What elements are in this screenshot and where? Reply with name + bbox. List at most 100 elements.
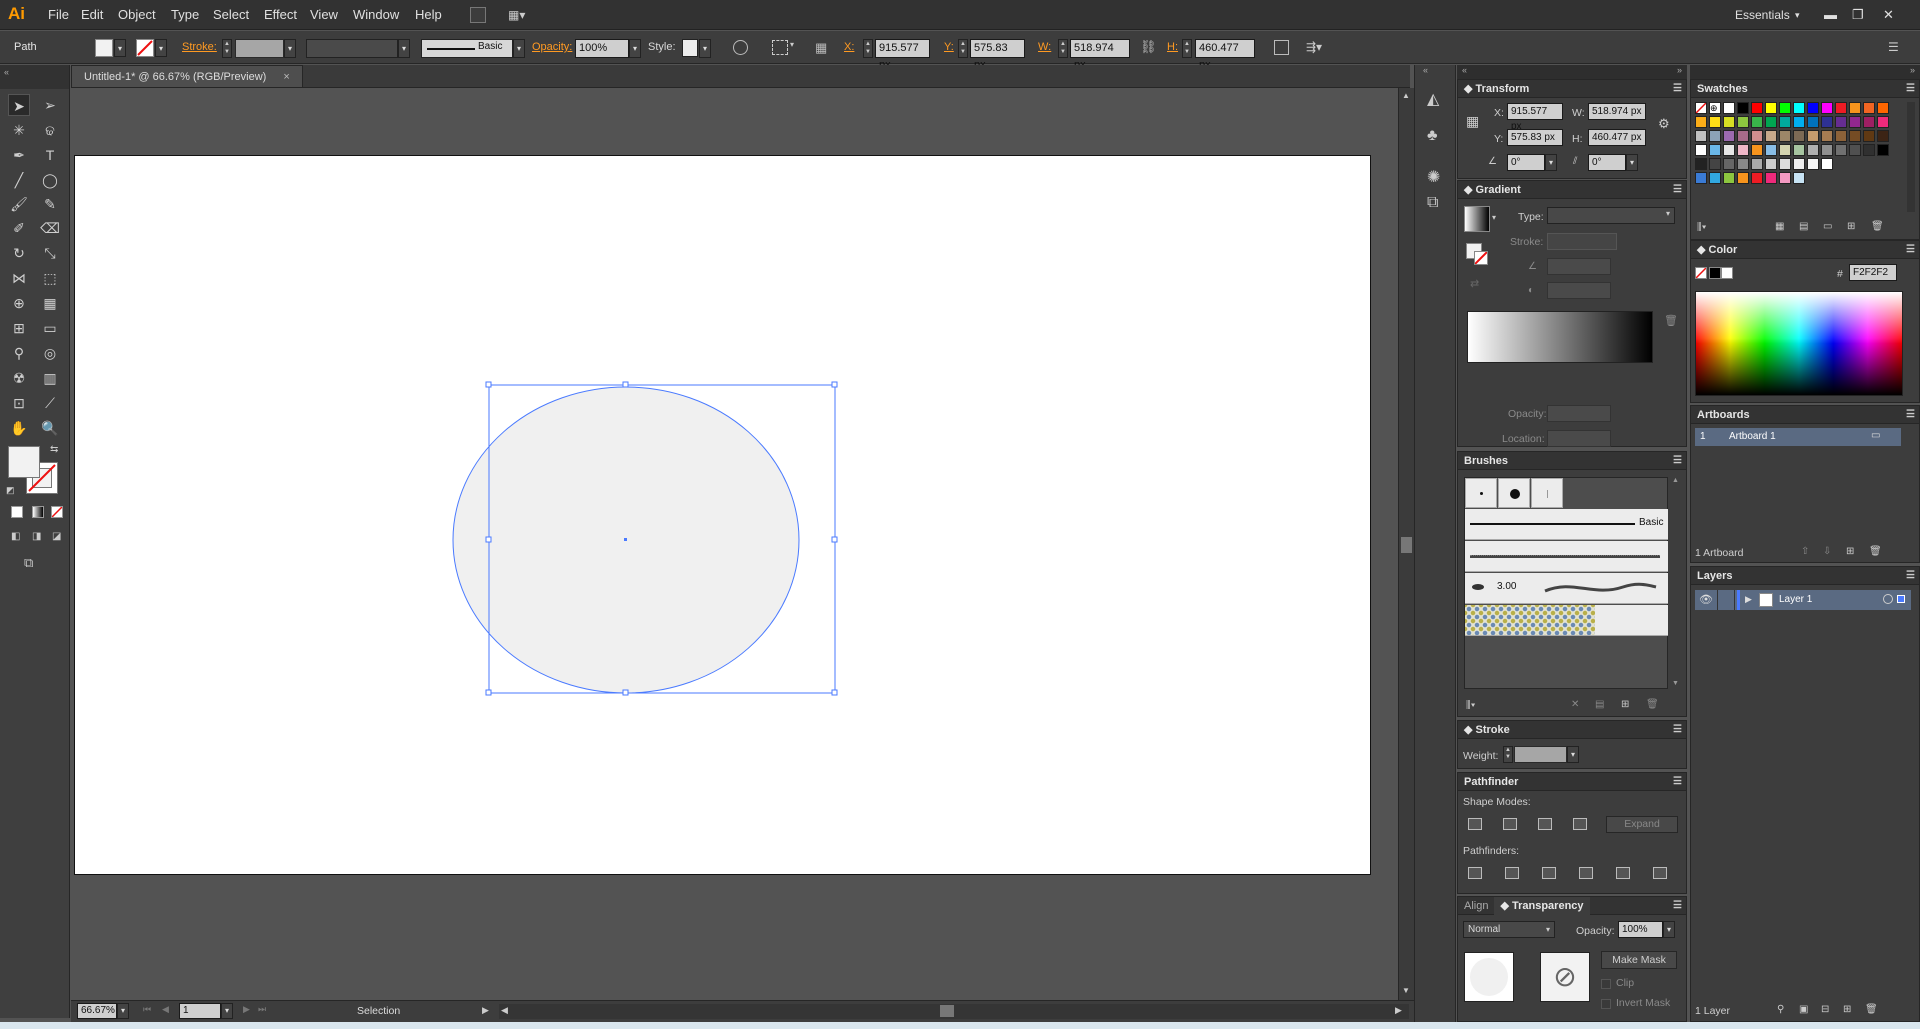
restore-icon[interactable]: ❐ — [1852, 0, 1864, 30]
color-swatch[interactable] — [1835, 116, 1847, 128]
recolor-artwork-icon[interactable] — [733, 40, 748, 55]
line-tool-icon[interactable]: ╱ — [8, 169, 30, 191]
stroke-panel-weight-field[interactable] — [1514, 746, 1567, 763]
color-swatch[interactable] — [1821, 130, 1833, 142]
new-artboard-icon[interactable]: ⊞ — [1846, 546, 1854, 557]
menu-object[interactable]: Object — [118, 0, 156, 30]
color-swatch[interactable] — [1765, 116, 1777, 128]
handle-top-left[interactable] — [485, 381, 492, 388]
blend-mode-select[interactable]: Normal ▾ — [1463, 921, 1555, 938]
new-layer-icon[interactable]: ⊞ — [1843, 1004, 1851, 1015]
color-swatch[interactable] — [1863, 116, 1875, 128]
artboards-panel-title[interactable]: Artboards ☰ — [1691, 406, 1919, 424]
color-swatch[interactable] — [1863, 144, 1875, 156]
color-swatch[interactable] — [1877, 130, 1889, 142]
arrange-documents-icon[interactable]: ▦▾ — [508, 7, 534, 23]
new-sublayer-icon[interactable]: ⊟ — [1821, 1004, 1829, 1015]
opacity-field[interactable]: 100% — [575, 39, 629, 58]
stroke-weight-field[interactable] — [235, 39, 284, 58]
exclude-icon[interactable] — [1573, 818, 1587, 830]
mesh-tool-icon[interactable]: ⊞ — [8, 317, 30, 339]
stroke-panel-weight-spinner[interactable]: ▲ ▼ — [1503, 746, 1513, 763]
color-swatch[interactable] — [1737, 172, 1749, 184]
fill-dropdown[interactable]: ▾ — [114, 39, 126, 57]
layers-panel-menu-icon[interactable]: ☰ — [1906, 567, 1915, 585]
menu-type[interactable]: Type — [171, 0, 199, 30]
document-tab[interactable]: Untitled-1* @ 66.67% (RGB/Preview) × — [71, 65, 303, 87]
x-label[interactable]: X: — [844, 31, 854, 64]
isolate-icon[interactable]: ⇶▾ — [1306, 40, 1322, 54]
color-swatch[interactable] — [1709, 116, 1721, 128]
brushes-panel-title[interactable]: Brushes ☰ — [1458, 452, 1686, 470]
color-swatch[interactable] — [1737, 130, 1749, 142]
lasso-tool-icon[interactable]: ଢ — [39, 119, 61, 141]
crop-icon[interactable] — [1579, 867, 1593, 879]
handle-bottom-right[interactable] — [831, 689, 838, 696]
color-swatch[interactable] — [1709, 158, 1721, 170]
zoom-dropdown[interactable]: ▾ — [117, 1003, 129, 1019]
make-clipping-mask-icon[interactable]: ▣ — [1799, 1004, 1808, 1015]
appearance-icon[interactable]: ✺ — [1427, 167, 1440, 187]
artboard[interactable] — [74, 155, 1371, 875]
color-swatch[interactable] — [1737, 158, 1749, 170]
color-swatch[interactable] — [1723, 172, 1735, 184]
brushes-panel-menu-icon[interactable]: ☰ — [1673, 452, 1682, 470]
shear-field[interactable]: 0° — [1588, 154, 1626, 171]
scroll-up-icon[interactable]: ▲ — [1402, 91, 1410, 100]
direct-selection-tool-icon[interactable]: ➢ — [39, 94, 61, 116]
previous-artboard-icon[interactable]: ◀ — [162, 1004, 169, 1015]
transform-panel-menu-icon[interactable]: ☰ — [1673, 80, 1682, 98]
color-swatch[interactable] — [1793, 102, 1805, 114]
menu-select[interactable]: Select — [213, 0, 249, 30]
move-artboard-down-icon[interactable]: ⇩ — [1823, 546, 1831, 557]
brush-dot-small[interactable] — [1465, 478, 1497, 508]
color-swatch[interactable] — [1849, 102, 1861, 114]
transparency-opacity-dropdown[interactable]: ▾ — [1663, 921, 1675, 938]
collapse-right-dock-icon[interactable]: » — [1910, 65, 1915, 75]
transform-constrain-icon[interactable]: ⚙ — [1658, 116, 1670, 132]
gradient-location-field[interactable] — [1547, 430, 1611, 447]
eraser-tool-icon[interactable]: ⌫ — [39, 217, 61, 239]
handle-middle-left[interactable] — [485, 536, 492, 543]
transform-y-field[interactable]: 575.83 px — [1507, 129, 1563, 146]
menu-window[interactable]: Window — [353, 0, 399, 30]
hand-tool-icon[interactable]: ✋ — [8, 417, 30, 439]
w-field[interactable]: 518.974 px — [1070, 39, 1130, 71]
color-swatch[interactable] — [1779, 144, 1791, 156]
workspace-chevron-icon[interactable]: ▾ — [1795, 0, 1800, 30]
y-label[interactable]: Y: — [944, 31, 954, 64]
ellipse-tool-icon[interactable]: ◯ — [39, 169, 61, 191]
align-dropdown-icon[interactable]: ▾ — [790, 40, 794, 49]
color-panel-menu-icon[interactable]: ☰ — [1906, 241, 1915, 259]
color-swatch[interactable] — [1807, 102, 1819, 114]
delete-artboard-icon[interactable]: 🗑 — [1869, 546, 1882, 557]
none-mode-icon[interactable] — [51, 506, 63, 518]
brush-definition-dropdown[interactable]: ▾ — [513, 39, 525, 58]
color-swatch[interactable] — [1793, 158, 1805, 170]
color-white-swatch[interactable] — [1721, 267, 1733, 279]
shear-dropdown[interactable]: ▾ — [1626, 154, 1638, 171]
stroke-weight-spinner[interactable]: ▲ ▼ — [222, 39, 232, 58]
color-swatch[interactable] — [1737, 116, 1749, 128]
color-black-swatch[interactable] — [1709, 267, 1721, 279]
transparency-tab[interactable]: ◆ Transparency — [1494, 897, 1590, 915]
artboard-row[interactable]: 1 Artboard 1 ▭ — [1695, 428, 1901, 446]
variable-width-dropdown[interactable]: ▾ — [398, 39, 410, 58]
draw-normal-icon[interactable]: ◧ — [11, 531, 20, 542]
locate-object-icon[interactable]: ⚲ — [1777, 1004, 1784, 1015]
color-swatch[interactable] — [1695, 158, 1707, 170]
color-swatch[interactable] — [1695, 172, 1707, 184]
close-document-icon[interactable]: × — [283, 71, 289, 83]
stroke-panel-weight-dropdown[interactable]: ▾ — [1567, 746, 1579, 763]
rotate-dropdown[interactable]: ▾ — [1545, 154, 1557, 171]
gradient-aspect-field[interactable] — [1547, 282, 1611, 299]
default-fill-stroke-icon[interactable]: ◩ — [6, 485, 15, 496]
delete-swatch-icon[interactable]: 🗑 — [1871, 221, 1884, 232]
symbol-sprayer-tool-icon[interactable]: ☢ — [8, 367, 30, 389]
color-swatch[interactable] — [1835, 102, 1847, 114]
x-spinner[interactable]: ▲ ▼ — [863, 39, 873, 58]
fill-swatch[interactable] — [95, 39, 113, 57]
stroke-label[interactable]: Stroke: — [182, 31, 217, 64]
gradient-stroke-indicator[interactable] — [1474, 251, 1488, 265]
variable-width-profile[interactable] — [306, 39, 398, 58]
